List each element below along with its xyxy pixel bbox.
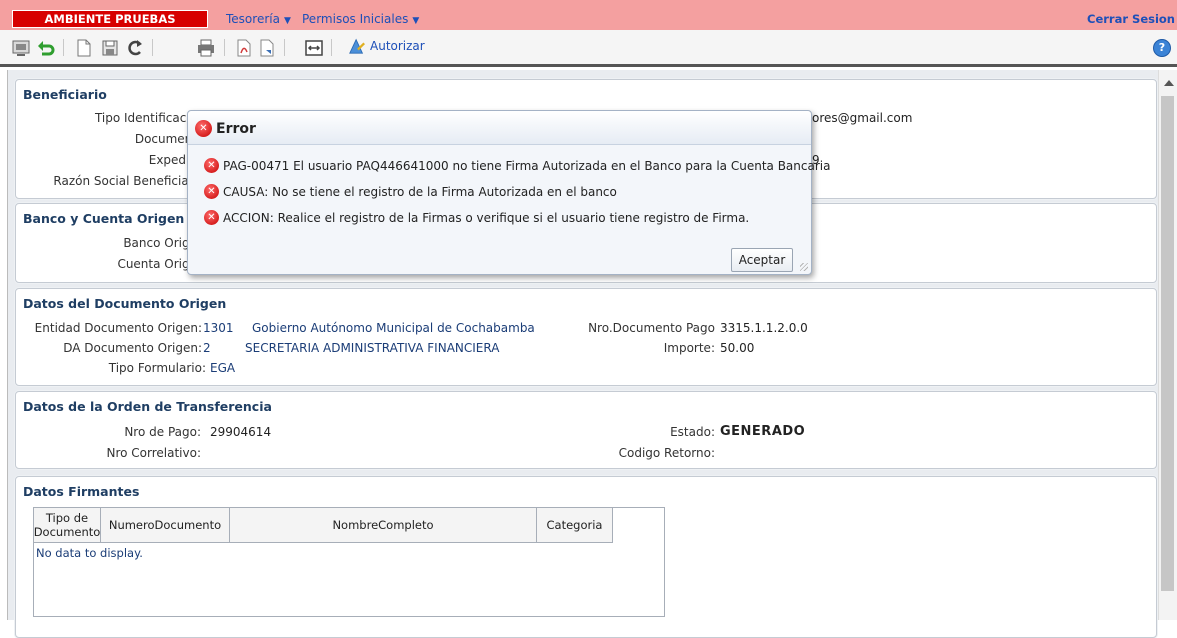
chevron-down-icon: ▼	[283, 16, 291, 26]
vertical-scrollbar[interactable]	[1158, 70, 1177, 620]
redo-icon[interactable]	[125, 38, 145, 58]
export-icon[interactable]	[257, 38, 277, 58]
error-icon: ✕	[204, 158, 219, 173]
print-icon[interactable]	[196, 38, 216, 58]
logout-link[interactable]: Cerrar Sesion	[1087, 12, 1175, 26]
dialog-title: Error	[216, 121, 256, 137]
cuenta-origen-label: Cuenta Orige	[117, 257, 197, 271]
scroll-thumb[interactable]	[1161, 96, 1174, 591]
panel-orden-transferencia: Datos de la Orden de Transferencia Nro d…	[15, 391, 1157, 469]
scroll-up-arrow-icon[interactable]	[1164, 80, 1174, 86]
da-code: 2	[203, 341, 211, 355]
tipo-identificacion-label: Tipo Identificació	[94, 111, 197, 125]
nro-pago-value: 29904614	[210, 425, 272, 439]
error-icon: ✕	[195, 120, 212, 137]
importe-label: Importe:	[663, 341, 715, 355]
codigo-retorno-label: Codigo Retorno:	[618, 446, 715, 460]
banco-origen-label: Banco Orige	[123, 236, 197, 250]
da-name: SECRETARIA ADMINISTRATIVA FINANCIERA	[245, 341, 500, 355]
menu-tesoreria[interactable]: Tesorería ▼	[226, 12, 291, 26]
empty-table-message: No data to display.	[36, 546, 143, 560]
error-icon: ✕	[204, 210, 219, 225]
authorize-label: Autorizar	[370, 39, 425, 53]
toolbar-separator	[152, 39, 153, 56]
panel-datos-firmantes: Datos Firmantes Tipo de Documento Numero…	[15, 476, 1157, 638]
toolbar-separator	[284, 39, 285, 56]
authorize-icon	[349, 38, 365, 54]
dialog-header: ✕ Error	[188, 111, 811, 145]
error-message: PAG-00471 El usuario PAQ446641000 no tie…	[223, 159, 831, 173]
panel-title: Datos de la Orden de Transferencia	[23, 399, 272, 414]
email-value: ores@gmail.com	[812, 111, 913, 125]
entidad-code: 1301	[203, 321, 234, 335]
entidad-label: Entidad Documento Origen:	[34, 321, 202, 335]
toolbar: Autorizar ?	[0, 30, 1177, 67]
top-bar: AMBIENTE PRUEBAS Tesorería ▼ Permisos Ini…	[0, 0, 1177, 30]
razon-social-label: Razón Social Beneficiari	[53, 174, 197, 188]
nro-documento-pago-label: Nro.Documento Pago	[588, 321, 715, 335]
column-header-numero-documento[interactable]: NumeroDocumento	[101, 508, 230, 543]
error-icon: ✕	[204, 184, 219, 199]
chevron-down-icon: ▼	[412, 16, 420, 26]
column-header-categoria[interactable]: Categoria	[537, 508, 613, 543]
resize-grip[interactable]	[800, 263, 808, 271]
menu-permisos-label: Permisos Iniciales	[302, 12, 409, 26]
image-icon[interactable]	[304, 38, 324, 58]
column-header-tipo-documento[interactable]: Tipo de Documento	[34, 508, 101, 543]
firmantes-table: Tipo de Documento NumeroDocumento Nombre…	[33, 507, 665, 617]
importe-value: 50.00	[720, 341, 755, 355]
toolbar-separator	[63, 39, 64, 56]
new-document-icon[interactable]	[74, 38, 94, 58]
estado-label: Estado:	[670, 425, 715, 439]
panel-title: Datos Firmantes	[23, 484, 140, 499]
entidad-name: Gobierno Autónomo Municipal de Cochabamb…	[252, 321, 535, 335]
menu-permisos-iniciales[interactable]: Permisos Iniciales ▼	[302, 12, 419, 26]
cause-message: CAUSA: No se tiene el registro de la Fir…	[223, 185, 617, 199]
da-label: DA Documento Origen:	[63, 341, 202, 355]
estado-value: GENERADO	[720, 424, 806, 439]
panel-title: Beneficiario	[23, 87, 107, 102]
menu-tesoreria-label: Tesorería	[226, 12, 280, 26]
pdf-icon[interactable]	[234, 38, 254, 58]
environment-badge: AMBIENTE PRUEBAS	[12, 10, 208, 28]
nro-documento-pago-value: 3315.1.1.2.0.0	[720, 321, 808, 335]
help-icon[interactable]: ?	[1153, 39, 1171, 57]
save-icon[interactable]	[100, 38, 120, 58]
error-dialog: ✕ Error ✕ PAG-00471 El usuario PAQ446641…	[187, 110, 830, 275]
panel-title: Datos del Documento Origen	[23, 296, 227, 311]
accept-button[interactable]: Aceptar	[731, 248, 793, 272]
toolbar-separator	[331, 39, 332, 56]
tipo-formulario-value: EGA	[210, 361, 236, 375]
toolbar-separator	[224, 39, 225, 56]
tipo-formulario-label: Tipo Formulario:	[108, 361, 206, 375]
authorize-button[interactable]: Autorizar	[349, 38, 425, 54]
action-message: ACCION: Realice el registro de la Firmas…	[223, 211, 750, 225]
nro-correlativo-label: Nro Correlativo:	[106, 446, 201, 460]
nro-pago-label: Nro de Pago:	[124, 425, 201, 439]
column-header-nombre-completo[interactable]: NombreCompleto	[230, 508, 537, 543]
panel-documento-origen: Datos del Documento Origen Entidad Docum…	[15, 288, 1157, 386]
monitor-icon[interactable]	[11, 38, 31, 58]
undo-icon[interactable]	[36, 38, 56, 58]
panel-title: Banco y Cuenta Origen	[23, 211, 185, 226]
